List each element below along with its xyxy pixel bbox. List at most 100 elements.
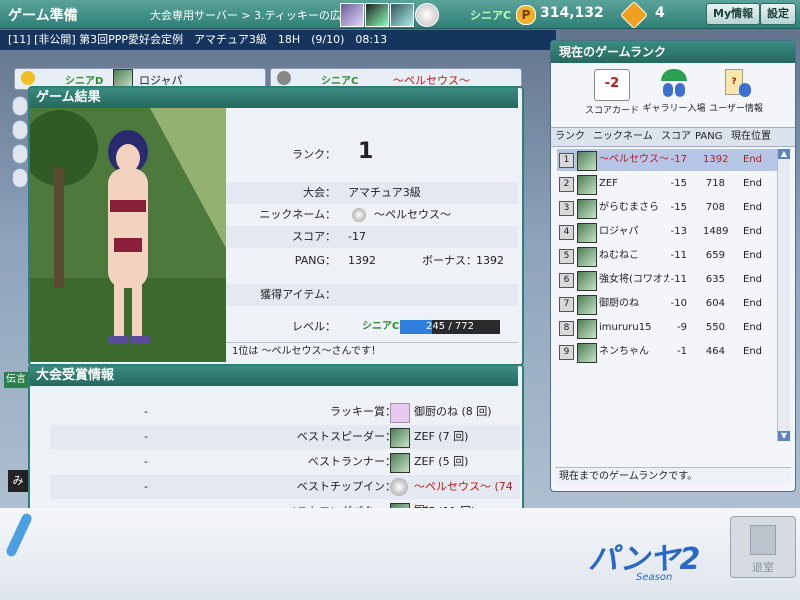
rank-nickname: ロジャパ bbox=[599, 226, 639, 237]
award-label: ベストランナー： bbox=[307, 455, 396, 468]
player-avatar-icon bbox=[577, 175, 597, 195]
user-info-label: ユーザー情報 bbox=[709, 104, 763, 114]
award-winner: ZEF (5 回) bbox=[414, 455, 469, 468]
rank-number: 8 bbox=[559, 321, 574, 336]
chat-input[interactable]: み bbox=[8, 470, 28, 492]
rank-pang: 464 bbox=[705, 346, 725, 357]
rank-pang: 1392 bbox=[703, 154, 729, 165]
rank-score: -15 bbox=[670, 178, 687, 189]
nickname-row: ニックネーム： ～ペルセウス～ bbox=[226, 204, 518, 226]
rank-number: 3 bbox=[559, 201, 574, 216]
rank-nickname: ねむねこ bbox=[599, 250, 639, 261]
rank-number: 1 bbox=[559, 153, 574, 168]
award-winner: ZEF (7 回) bbox=[414, 430, 469, 443]
nickname-label: ニックネーム： bbox=[259, 208, 336, 221]
ranking-row[interactable]: 8 imururu15 -9 550 End bbox=[557, 317, 779, 339]
avatar-icon bbox=[390, 428, 410, 448]
rank-position: End bbox=[743, 226, 763, 237]
rank-pang: 659 bbox=[705, 250, 725, 261]
award-row: -ベストチップイン：～ペルセウス～ (74 回) bbox=[50, 475, 520, 517]
friend-avatar-2[interactable] bbox=[365, 3, 389, 27]
game-result-panel: ゲーム結果 ランク： 1 大会： アマチュア3級 ニックネーム： ～ペルセウス～… bbox=[28, 86, 524, 366]
scroll-down-icon[interactable]: ▼ bbox=[778, 431, 790, 441]
ready-icon bbox=[21, 71, 35, 85]
user-info-button[interactable]: ? ユーザー情報 bbox=[701, 69, 771, 114]
col-rank: ランク bbox=[555, 131, 585, 142]
rank-position: End bbox=[743, 346, 763, 357]
ranking-header: 現在のゲームランク bbox=[551, 41, 795, 63]
rank-pang: 635 bbox=[705, 274, 725, 285]
award-label: ラッキー賞： bbox=[330, 405, 396, 418]
ranking-row[interactable]: 4 ロジャパ -13 1489 End bbox=[557, 221, 779, 243]
game-result-header: ゲーム結果 bbox=[30, 88, 518, 108]
level-progress-text: 245 / 772 bbox=[426, 321, 474, 332]
player-avatar-icon bbox=[577, 343, 597, 363]
ranking-row[interactable]: 1 ～ペルセウス～ -17 1392 End bbox=[557, 149, 779, 171]
rank-number: 2 bbox=[559, 177, 574, 192]
rank-position: End bbox=[743, 250, 763, 261]
ranking-row[interactable]: 2 ZEF -15 718 End bbox=[557, 173, 779, 195]
tournament-value: アマチュア3級 bbox=[348, 186, 421, 199]
ranking-footer: 現在までのゲームランクです。 bbox=[555, 467, 791, 485]
ranking-row[interactable]: 7 御厨のね -10 604 End bbox=[557, 293, 779, 315]
level-rank: シニアC bbox=[362, 321, 400, 332]
rank-number: 9 bbox=[559, 345, 574, 360]
award-row: - ベストスピーダー： ZEF (7 回) bbox=[50, 425, 520, 449]
nickname-value: ～ペルセウス～ bbox=[374, 208, 451, 221]
friend-avatar-1[interactable] bbox=[340, 3, 364, 27]
bonus-value: 1392 bbox=[476, 254, 504, 267]
host-icon bbox=[277, 71, 291, 85]
rank-number: 7 bbox=[559, 297, 574, 312]
award-left-value: - bbox=[144, 455, 148, 468]
ranking-row[interactable]: 5 ねむねこ -11 659 End bbox=[557, 245, 779, 267]
slot-stub[interactable] bbox=[12, 120, 28, 140]
rank-position: End bbox=[743, 322, 763, 333]
cookie-count: 4 bbox=[655, 5, 665, 21]
pang-value: 1392 bbox=[348, 254, 376, 267]
rank-pang: 708 bbox=[705, 202, 725, 213]
rank-row: ランク： 1 bbox=[226, 141, 518, 166]
friend-avatar-3[interactable] bbox=[390, 3, 414, 27]
player-rank-badge: シニアC bbox=[470, 9, 512, 22]
avatar-icon bbox=[390, 453, 410, 473]
scroll-up-icon[interactable]: ▲ bbox=[778, 149, 790, 159]
gallery-button[interactable]: ギャラリー入場 bbox=[639, 69, 709, 114]
mascot-avatar-icon[interactable] bbox=[415, 3, 439, 27]
chat-tab[interactable]: 伝言 bbox=[4, 372, 28, 388]
award-left-value: - bbox=[144, 480, 148, 493]
exit-label: 退室 bbox=[752, 561, 774, 574]
slot-stub[interactable] bbox=[12, 168, 28, 188]
settings-button[interactable]: 設定 bbox=[760, 3, 796, 25]
rank-pang: 718 bbox=[705, 178, 725, 189]
ranking-scrollbar[interactable]: ▲ ▼ bbox=[777, 149, 790, 441]
room-info-line: [11] [非公開] 第3回PPP愛好会定例 アマチュア3級 18H (9/10… bbox=[0, 30, 556, 50]
slot-stub[interactable] bbox=[12, 96, 28, 116]
ranking-row[interactable]: 9 ネンちゃん -1 464 End bbox=[557, 341, 779, 363]
scorecard-button[interactable]: -2 スコアカード bbox=[577, 69, 647, 116]
level-row: レベル： シニアC 245 / 772 bbox=[226, 316, 518, 338]
scorecard-badge: -2 bbox=[604, 76, 620, 91]
slot-stub[interactable] bbox=[12, 144, 28, 164]
rank-nickname: ネンちゃん bbox=[599, 346, 649, 357]
rank-nickname: 御厨のね bbox=[599, 298, 639, 309]
rank-score: -13 bbox=[670, 226, 687, 237]
ranking-row[interactable]: 3 がらむまさら -15 708 End bbox=[557, 197, 779, 219]
rank-position: End bbox=[743, 202, 763, 213]
rank-number: 6 bbox=[559, 273, 574, 288]
door-icon bbox=[750, 525, 776, 555]
player-avatar-icon bbox=[577, 295, 597, 315]
level-label: レベル： bbox=[292, 320, 336, 333]
rank-nickname: ZEF bbox=[599, 178, 618, 189]
player-rank: シニアD bbox=[65, 76, 104, 87]
gallery-label: ギャラリー入場 bbox=[642, 104, 706, 114]
ranking-row[interactable]: 6 強女将(コワオカミ)-11 635 End bbox=[557, 269, 779, 291]
rank-position: End bbox=[743, 298, 763, 309]
score-value: -17 bbox=[348, 230, 366, 243]
exit-button[interactable]: 退室 bbox=[730, 516, 796, 578]
ranking-panel: 現在のゲームランク -2 スコアカード ギャラリー入場 ? ユーザー情報 ランク… bbox=[550, 40, 796, 492]
my-info-button[interactable]: My情報 bbox=[706, 3, 761, 25]
level-progress-bar: 245 / 772 bbox=[400, 320, 500, 334]
rank-score: -15 bbox=[670, 202, 687, 213]
items-row: 獲得アイテム： bbox=[226, 284, 518, 306]
bonus-label: ボーナス： bbox=[422, 254, 477, 267]
